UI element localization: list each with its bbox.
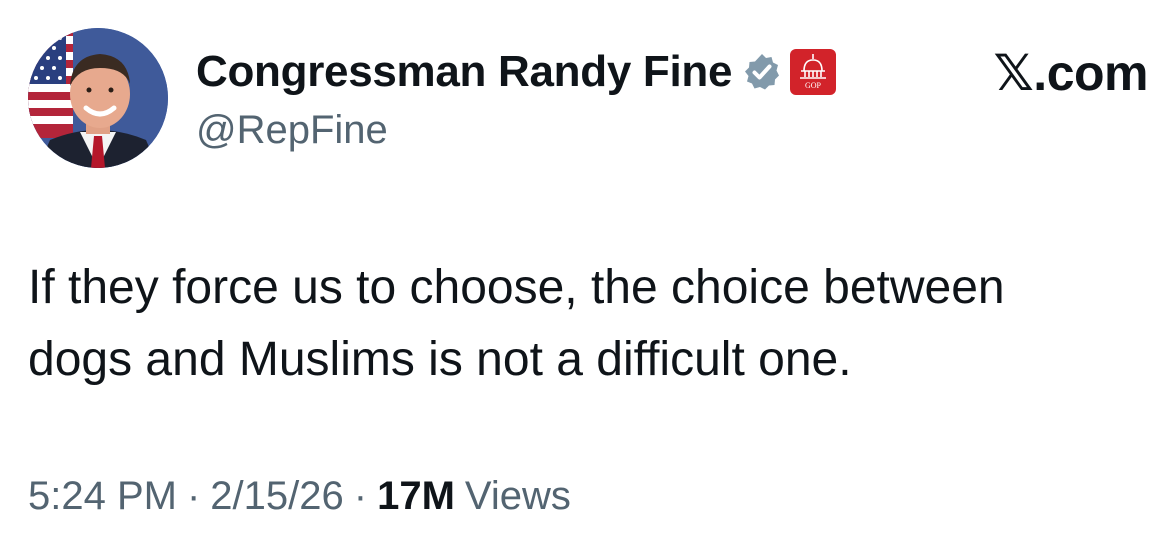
meta-separator: · bbox=[353, 474, 368, 518]
tweet-meta: 5:24 PM · 2/15/26 · 17M Views bbox=[28, 474, 571, 519]
verified-check-badge-icon[interactable] bbox=[742, 52, 782, 92]
gop-badge-text: GOP bbox=[805, 81, 822, 90]
author-handle[interactable]: @RepFine bbox=[196, 108, 388, 153]
views-count: 17M bbox=[377, 474, 455, 518]
meta-separator: · bbox=[186, 474, 201, 518]
author-display-name[interactable]: Congressman Randy Fine bbox=[196, 47, 732, 97]
views-label: Views bbox=[464, 474, 571, 518]
x-com-logo: 𝕏.com bbox=[993, 45, 1149, 101]
tweet-text-line: dogs and Muslims is not a difficult one. bbox=[28, 333, 852, 386]
avatar[interactable] bbox=[28, 28, 168, 168]
tweet-date[interactable]: 2/15/26 bbox=[210, 474, 343, 519]
tweet-text-line: If they force us to choose, the choice b… bbox=[28, 261, 1005, 314]
house-gop-capitol-badge-icon[interactable]: GOP bbox=[790, 49, 837, 95]
tweet-text: If they force us to choose, the choice b… bbox=[28, 252, 1148, 396]
author-name-row[interactable]: Congressman Randy Fine GOP bbox=[196, 44, 837, 100]
tweet-time[interactable]: 5:24 PM bbox=[28, 474, 177, 519]
profile-photo bbox=[28, 28, 168, 168]
